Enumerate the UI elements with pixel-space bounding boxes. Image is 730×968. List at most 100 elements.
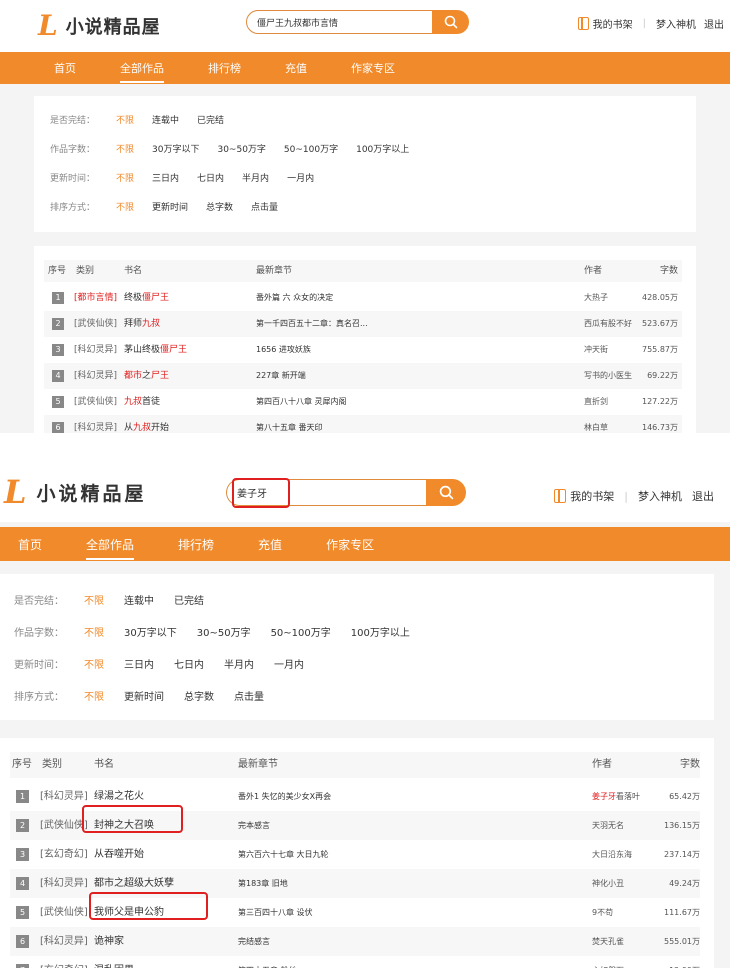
- search-button[interactable]: [426, 479, 466, 506]
- filter-label: 更新时间：: [14, 660, 64, 671]
- filter-option[interactable]: 一月内: [274, 656, 304, 671]
- nav-author-zone[interactable]: 作家专区: [326, 536, 374, 553]
- row-category[interactable]: [武侠仙侠]: [40, 811, 88, 840]
- nav-all-works[interactable]: 全部作品: [120, 60, 164, 83]
- filter-option[interactable]: 三日内: [152, 171, 179, 184]
- filter-option[interactable]: 七日内: [174, 656, 204, 671]
- filter-option[interactable]: 半月内: [242, 171, 269, 184]
- row-title[interactable]: 混乱因果: [94, 956, 134, 968]
- row-latest-chapter[interactable]: 第四百八十八章 灵犀内阁: [256, 389, 347, 415]
- row-latest-chapter[interactable]: 番外篇 六 众女的决定: [256, 285, 333, 311]
- row-latest-chapter[interactable]: 第八十五章 番天印: [256, 415, 323, 433]
- filter-option[interactable]: 连载中: [152, 113, 179, 126]
- row-category[interactable]: [科幻灵异]: [74, 415, 117, 433]
- filter-option[interactable]: 连载中: [124, 592, 154, 607]
- my-bookshelf-link[interactable]: 我的书架: [593, 16, 633, 31]
- site-header: L 小说精品屋 我的书架 | 梦入神机 退出: [0, 452, 730, 522]
- divider: |: [642, 18, 646, 29]
- row-title[interactable]: 从九叔开始: [124, 415, 169, 433]
- search-input[interactable]: [246, 10, 432, 34]
- nav-all-works[interactable]: 全部作品: [86, 536, 135, 560]
- row-latest-chapter[interactable]: 番外1 失忆的美少女X再会: [238, 782, 331, 811]
- filter-option[interactable]: 不限: [84, 592, 104, 607]
- nav-home[interactable]: 首页: [54, 60, 76, 76]
- row-title[interactable]: 茅山终极僵尸王: [124, 337, 187, 363]
- filter-option[interactable]: 不限: [84, 656, 104, 671]
- row-category[interactable]: [武侠仙侠]: [74, 389, 117, 415]
- row-title[interactable]: 从吞噬开始: [94, 840, 144, 869]
- row-latest-chapter[interactable]: 第四十五章 粉丝: [238, 956, 297, 968]
- filter-option[interactable]: 30~50万字: [217, 142, 265, 155]
- row-title[interactable]: 终极僵尸王: [124, 285, 169, 311]
- row-category[interactable]: [科幻灵异]: [40, 869, 88, 898]
- row-category[interactable]: [武侠仙侠]: [74, 311, 117, 337]
- filter-option[interactable]: 30万字以下: [152, 142, 199, 155]
- row-author: 林白草: [584, 423, 608, 432]
- site-logo[interactable]: L 小说精品屋: [38, 9, 161, 42]
- filter-option[interactable]: 100万字以上: [356, 142, 409, 155]
- filter-option[interactable]: 三日内: [124, 656, 154, 671]
- row-latest-chapter[interactable]: 完结感言: [238, 927, 270, 956]
- filter-option[interactable]: 点击量: [251, 200, 278, 213]
- filter-option[interactable]: 一月内: [287, 171, 314, 184]
- my-bookshelf-link[interactable]: 我的书架: [570, 488, 614, 504]
- site-logo[interactable]: L 小说精品屋: [4, 473, 147, 511]
- row-latest-chapter[interactable]: 第183章 旧地: [238, 869, 288, 898]
- nav-recharge[interactable]: 充值: [258, 536, 282, 553]
- filter-option[interactable]: 不限: [84, 688, 104, 703]
- username-link[interactable]: 梦入神机: [638, 488, 682, 504]
- filter-option[interactable]: 总字数: [206, 200, 233, 213]
- filter-option[interactable]: 已完结: [197, 113, 224, 126]
- filter-option[interactable]: 不限: [116, 142, 134, 155]
- nav-home[interactable]: 首页: [18, 536, 42, 553]
- nav-rankings[interactable]: 排行榜: [208, 60, 241, 76]
- filter-option[interactable]: 30~50万字: [197, 624, 251, 639]
- user-area: 我的书架 | 梦入神机 退出: [577, 16, 724, 31]
- row-category[interactable]: [科幻灵异]: [74, 363, 117, 389]
- filter-option[interactable]: 不限: [84, 624, 104, 639]
- search-button[interactable]: [432, 10, 469, 34]
- filter-option[interactable]: 50~100万字: [284, 142, 338, 155]
- logout-link[interactable]: 退出: [704, 16, 724, 31]
- row-category[interactable]: [科幻灵异]: [40, 782, 88, 811]
- row-latest-chapter[interactable]: 227章 新开端: [256, 363, 306, 389]
- row-latest-chapter[interactable]: 第一千四百五十二章：真名召...: [256, 311, 368, 337]
- nav-author-zone[interactable]: 作家专区: [351, 60, 395, 76]
- logout-link[interactable]: 退出: [692, 488, 714, 504]
- row-index: 4: [16, 877, 29, 890]
- filter-option[interactable]: 点击量: [234, 688, 264, 703]
- row-latest-chapter[interactable]: 第六百六十七章 大日九轮: [238, 840, 329, 869]
- row-title[interactable]: 拜师九叔: [124, 311, 160, 337]
- filter-option[interactable]: 50~100万字: [271, 624, 331, 639]
- row-latest-chapter[interactable]: 完本感言: [238, 811, 270, 840]
- row-category[interactable]: [玄幻奇幻]: [40, 840, 88, 869]
- nav-rankings[interactable]: 排行榜: [178, 536, 214, 553]
- filter-option[interactable]: 更新时间: [152, 200, 188, 213]
- filter-option[interactable]: 七日内: [197, 171, 224, 184]
- filter-option[interactable]: 不限: [116, 113, 134, 126]
- filter-option[interactable]: 半月内: [224, 656, 254, 671]
- row-latest-chapter[interactable]: 1656 进攻妖族: [256, 337, 311, 363]
- row-title[interactable]: 九叔首徒: [124, 389, 160, 415]
- filter-option[interactable]: 更新时间: [124, 688, 164, 703]
- row-words: 523.67万: [642, 319, 678, 328]
- row-category[interactable]: [科幻灵异]: [40, 927, 88, 956]
- filter-option[interactable]: 不限: [116, 171, 134, 184]
- row-category[interactable]: [科幻灵异]: [74, 337, 117, 363]
- row-category[interactable]: [都市言情]: [74, 285, 117, 311]
- annotation-box: [89, 892, 208, 920]
- row-author: 大热子: [584, 293, 608, 302]
- filter-option[interactable]: 30万字以下: [124, 624, 177, 639]
- row-category[interactable]: [玄幻奇幻]: [40, 956, 88, 968]
- row-latest-chapter[interactable]: 第三百四十八章 设伏: [238, 898, 313, 927]
- row-author: 大日沿东海: [592, 850, 632, 859]
- row-title[interactable]: 都市之尸王: [124, 363, 169, 389]
- filter-option[interactable]: 已完结: [174, 592, 204, 607]
- filter-option[interactable]: 100万字以上: [351, 624, 410, 639]
- filter-option[interactable]: 总字数: [184, 688, 214, 703]
- nav-recharge[interactable]: 充值: [285, 60, 307, 76]
- filter-option[interactable]: 不限: [116, 200, 134, 213]
- username-link[interactable]: 梦入神机: [656, 16, 696, 31]
- row-category[interactable]: [武侠仙侠]: [40, 898, 88, 927]
- row-title[interactable]: 诡神家: [94, 927, 124, 956]
